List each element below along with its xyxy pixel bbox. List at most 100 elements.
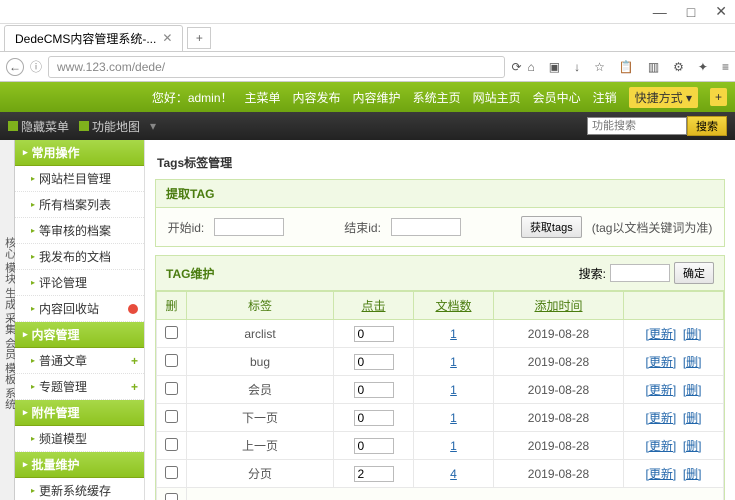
tag-search-input[interactable] (610, 264, 670, 282)
th-ops (624, 292, 724, 320)
book-icon[interactable]: ▥ (648, 60, 659, 74)
docs-link[interactable]: 1 (450, 439, 457, 453)
clicks-input[interactable] (354, 382, 394, 398)
th-docs[interactable]: 文档数 (414, 292, 494, 320)
update-link[interactable]: [更新] (645, 439, 676, 453)
th-clicks[interactable]: 点击 (334, 292, 414, 320)
docs-link[interactable]: 1 (450, 327, 457, 341)
sidebar-item[interactable]: 所有档案列表 (15, 192, 144, 218)
cell-time: 2019-08-28 (494, 404, 624, 432)
sidebar-item[interactable]: 等审核的档案 (15, 218, 144, 244)
delete-link[interactable]: [删] (683, 355, 702, 369)
download-icon[interactable]: ↓ (574, 60, 580, 74)
clicks-input[interactable] (354, 466, 394, 482)
update-link[interactable]: [更新] (645, 411, 676, 425)
docs-link[interactable]: 4 (450, 467, 457, 481)
function-search-input[interactable] (587, 117, 687, 135)
clipboard-icon[interactable]: 📋 (619, 60, 634, 74)
page-title: Tags标签管理 (155, 150, 725, 179)
quick-mode[interactable]: 快捷方式 ▾ (629, 87, 698, 108)
nav-main[interactable]: 主菜单 (245, 89, 281, 106)
sidebar-group-header[interactable]: 批量维护 (15, 452, 144, 478)
plus-icon[interactable]: + (131, 354, 138, 368)
clicks-input[interactable] (354, 326, 394, 342)
get-tags-button[interactable]: 获取tags (521, 216, 582, 238)
maximize-icon[interactable]: □ (687, 4, 695, 20)
gear-icon[interactable]: ⚙ (673, 60, 684, 74)
nav-logout[interactable]: 注销 (593, 89, 617, 106)
delete-link[interactable]: [删] (683, 467, 702, 481)
info-icon[interactable]: ⓘ (30, 58, 42, 75)
clicks-input[interactable] (354, 410, 394, 426)
sidebar-item[interactable]: 普通文章+ (15, 348, 144, 374)
nav-syshome[interactable]: 系统主页 (413, 89, 461, 106)
tab-close-icon[interactable]: ✕ (162, 31, 172, 45)
back-button[interactable]: ← (6, 58, 24, 76)
function-search-button[interactable]: 搜索 (687, 116, 727, 136)
row-checkbox[interactable] (165, 438, 178, 451)
sidebar-item[interactable]: 我发布的文档 (15, 244, 144, 270)
url-input[interactable]: www.123.com/dede/ (48, 56, 505, 78)
row-checkbox[interactable] (165, 354, 178, 367)
home-icon[interactable]: ⌂ (528, 60, 535, 74)
end-id-input[interactable] (391, 218, 461, 236)
update-link[interactable]: [更新] (645, 383, 676, 397)
update-link[interactable]: [更新] (645, 355, 676, 369)
delete-link[interactable]: [删] (683, 383, 702, 397)
sidebar-group-header[interactable]: 内容管理 (15, 322, 144, 348)
row-checkbox[interactable] (165, 410, 178, 423)
tab-title: DedeCMS内容管理系统-... (15, 30, 156, 47)
select-all-checkbox[interactable] (165, 493, 178, 500)
sidebar-item[interactable]: 更新系统缓存 (15, 478, 144, 500)
plus-icon[interactable]: + (131, 380, 138, 394)
delete-link[interactable]: [删] (683, 439, 702, 453)
nav-sitehome[interactable]: 网站主页 (473, 89, 521, 106)
th-time[interactable]: 添加时间 (494, 292, 624, 320)
docs-link[interactable]: 1 (450, 355, 457, 369)
browser-tab[interactable]: DedeCMS内容管理系统-... ✕ (4, 25, 183, 51)
new-tab-button[interactable]: + (187, 27, 211, 49)
hide-menu[interactable]: 隐藏菜单 (8, 118, 69, 135)
row-checkbox[interactable] (165, 382, 178, 395)
row-checkbox[interactable] (165, 326, 178, 339)
menu-icon[interactable]: ≡ (722, 60, 729, 74)
clicks-input[interactable] (354, 354, 394, 370)
update-link[interactable]: [更新] (645, 467, 676, 481)
clicks-input[interactable] (354, 438, 394, 454)
sidebar-item[interactable]: 内容回收站 (15, 296, 144, 322)
sidebar-item[interactable]: 频道模型 (15, 426, 144, 452)
puzzle-icon[interactable]: ✦ (698, 60, 708, 74)
quick-plus[interactable]: + (710, 88, 727, 106)
close-window-icon[interactable]: ✕ (715, 3, 727, 20)
row-checkbox[interactable] (165, 466, 178, 479)
dark-toolbar: 隐藏菜单 功能地图 ▾ 搜索 (0, 112, 735, 140)
square-icon (8, 121, 18, 131)
reload-icon[interactable]: ⟳ (511, 60, 521, 74)
extract-note: (tag以文档关键词为准) (592, 219, 713, 236)
sidebar-item[interactable]: 网站栏目管理 (15, 166, 144, 192)
url-bar: ← ⓘ www.123.com/dede/ ⟳ ⌂ ▣ ↓ ☆ 📋 ▥ ⚙ ✦ … (0, 52, 735, 82)
sidebar-group-header[interactable]: 附件管理 (15, 400, 144, 426)
minimize-icon[interactable]: — (653, 4, 667, 20)
sidebar-group-header[interactable]: 常用操作 (15, 140, 144, 166)
tag-search-button[interactable]: 确定 (674, 262, 714, 284)
end-label: 结束id: (344, 219, 381, 236)
collapse-icon[interactable]: ▾ (150, 119, 156, 133)
update-link[interactable]: [更新] (645, 327, 676, 341)
delete-link[interactable]: [删] (683, 327, 702, 341)
delete-link[interactable]: [删] (683, 411, 702, 425)
nav-member[interactable]: 会员中心 (533, 89, 581, 106)
start-id-input[interactable] (214, 218, 284, 236)
sidebar-item[interactable]: 评论管理 (15, 270, 144, 296)
sidebar-item[interactable]: 专题管理+ (15, 374, 144, 400)
vertical-nav[interactable]: 核心 模块 生成 采集 会员 模板 系统 (0, 140, 15, 500)
nav-maint[interactable]: 内容维护 (353, 89, 401, 106)
inbox-icon[interactable]: ▣ (549, 60, 560, 74)
nav-publish[interactable]: 内容发布 (293, 89, 341, 106)
docs-link[interactable]: 1 (450, 411, 457, 425)
cell-tag: 分页 (187, 460, 334, 488)
browser-toolbar: ⌂ ▣ ↓ ☆ 📋 ▥ ⚙ ✦ ≡ (528, 60, 730, 74)
docs-link[interactable]: 1 (450, 383, 457, 397)
function-map[interactable]: 功能地图 (79, 118, 140, 135)
star-icon[interactable]: ☆ (594, 60, 605, 74)
